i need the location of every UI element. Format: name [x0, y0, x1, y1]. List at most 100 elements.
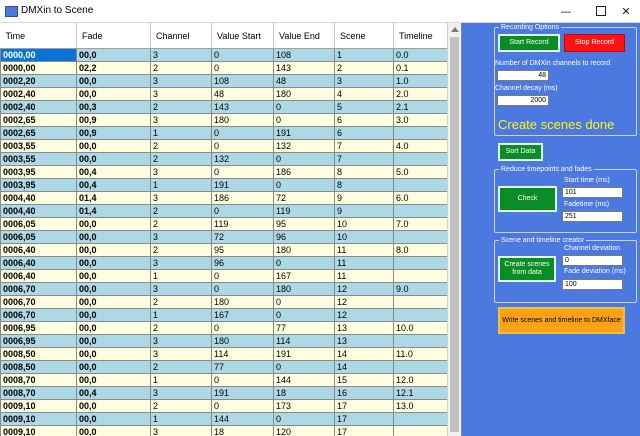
table-cell[interactable]: 1 [150, 178, 212, 192]
table-row[interactable]: 0006,05 00,0 3 72 96 10 [0, 230, 448, 244]
table-cell[interactable]: 0 [211, 61, 274, 75]
table-cell[interactable]: 0006,95 [0, 334, 77, 348]
table-cell[interactable]: 186 [211, 191, 274, 205]
table-cell[interactable]: 00,0 [76, 399, 151, 413]
table-cell[interactable]: 1.0 [393, 74, 448, 88]
table-cell[interactable]: 00,0 [76, 425, 151, 436]
table-cell[interactable]: 0006,40 [0, 269, 77, 283]
column-header[interactable]: Scene [334, 23, 394, 49]
table-cell[interactable]: 00,0 [76, 295, 151, 309]
channel-deviation-input[interactable]: 0 [562, 255, 623, 266]
table-cell[interactable]: 2 [150, 295, 212, 309]
table-cell[interactable]: 01,4 [76, 204, 151, 218]
table-row[interactable]: 0006,40 00,0 3 96 0 11 [0, 256, 448, 270]
table-cell[interactable]: 9 [334, 191, 394, 205]
table-cell[interactable]: 0.0 [393, 48, 448, 62]
table-cell[interactable]: 0002,40 [0, 100, 77, 114]
table-cell[interactable]: 16 [334, 386, 394, 400]
table-cell[interactable]: 3 [150, 87, 212, 101]
table-cell[interactable]: 00,0 [76, 282, 151, 296]
table-cell[interactable]: 180 [273, 87, 335, 101]
table-cell[interactable]: 7.0 [393, 217, 448, 231]
table-cell[interactable]: 10 [334, 230, 394, 244]
table-cell[interactable]: 9 [334, 204, 394, 218]
table-cell[interactable]: 00,0 [76, 360, 151, 374]
column-header[interactable]: Channel [150, 23, 212, 49]
table-cell[interactable]: 11 [334, 243, 394, 257]
table-row[interactable]: 0006,40 00,0 1 0 167 11 [0, 269, 448, 283]
table-cell[interactable]: 0006,05 [0, 217, 77, 231]
table-row[interactable]: 0009,10 00,0 1 144 0 17 [0, 412, 448, 426]
table-cell[interactable]: 180 [211, 295, 274, 309]
table-cell[interactable]: 00,0 [76, 217, 151, 231]
table-cell[interactable]: 0000,00 [0, 48, 77, 62]
table-cell[interactable]: 1 [150, 373, 212, 387]
table-cell[interactable]: 6.0 [393, 191, 448, 205]
table-cell[interactable] [393, 334, 448, 348]
table-cell[interactable]: 2 [150, 243, 212, 257]
table-cell[interactable] [393, 308, 448, 322]
table-cell[interactable]: 1 [150, 269, 212, 283]
table-cell[interactable]: 10.0 [393, 321, 448, 335]
table-cell[interactable]: 6 [334, 113, 394, 127]
table-cell[interactable]: 4 [334, 87, 394, 101]
table-cell[interactable]: 00,9 [76, 113, 151, 127]
table-cell[interactable]: 3 [334, 74, 394, 88]
table-cell[interactable]: 0009,10 [0, 412, 77, 426]
table-cell[interactable]: 0 [273, 295, 335, 309]
table-cell[interactable]: 0 [273, 100, 335, 114]
table-cell[interactable]: 17 [334, 425, 394, 436]
table-cell[interactable]: 0 [273, 360, 335, 374]
table-cell[interactable]: 00,0 [76, 256, 151, 270]
table-cell[interactable]: 3.0 [393, 113, 448, 127]
table-cell[interactable]: 95 [273, 217, 335, 231]
table-cell[interactable]: 48 [273, 74, 335, 88]
table-cell[interactable]: 114 [211, 347, 274, 361]
table-cell[interactable]: 3 [150, 425, 212, 436]
table-cell[interactable]: 00,0 [76, 321, 151, 335]
table-cell[interactable]: 72 [273, 191, 335, 205]
table-row[interactable]: 0009,10 00,0 3 18 120 17 [0, 425, 448, 436]
table-row[interactable]: 0006,40 00,0 2 95 180 11 8.0 [0, 243, 448, 257]
table-cell[interactable]: 3 [150, 165, 212, 179]
table-cell[interactable]: 00,0 [76, 87, 151, 101]
table-cell[interactable]: 173 [273, 399, 335, 413]
table-cell[interactable]: 1 [150, 308, 212, 322]
table-cell[interactable]: 132 [211, 152, 274, 166]
table-cell[interactable]: 02,2 [76, 61, 151, 75]
stop-record-button[interactable]: Stop Record [564, 34, 625, 52]
vertical-scrollbar[interactable] [447, 23, 461, 436]
table-cell[interactable]: 0 [211, 139, 274, 153]
table-cell[interactable]: 3 [150, 191, 212, 205]
table-cell[interactable]: 00,0 [76, 139, 151, 153]
table-row[interactable]: 0009,10 00,0 2 0 173 17 13.0 [0, 399, 448, 413]
table-cell[interactable]: 144 [211, 412, 274, 426]
table-row[interactable]: 0002,65 00,9 3 180 0 6 3.0 [0, 113, 448, 127]
table-row[interactable]: 0002,40 00,3 2 143 0 5 2.1 [0, 100, 448, 114]
create-scenes-button[interactable]: Create scenes from data [498, 256, 556, 282]
fade-deviation-input[interactable]: 100 [562, 279, 623, 290]
table-cell[interactable]: 0004,40 [0, 191, 77, 205]
table-cell[interactable]: 2 [150, 217, 212, 231]
table-cell[interactable] [393, 178, 448, 192]
table-cell[interactable]: 2.1 [393, 100, 448, 114]
table-cell[interactable]: 144 [273, 373, 335, 387]
table-cell[interactable]: 0008,50 [0, 347, 77, 361]
table-cell[interactable]: 186 [273, 165, 335, 179]
start-time-input[interactable]: 101 [562, 187, 623, 198]
table-cell[interactable]: 00,0 [76, 334, 151, 348]
table-row[interactable]: 0006,70 00,0 2 180 0 12 [0, 295, 448, 309]
table-cell[interactable]: 0009,10 [0, 425, 77, 436]
table-cell[interactable]: 14 [334, 360, 394, 374]
table-cell[interactable]: 0003,55 [0, 152, 77, 166]
table-cell[interactable]: 18 [273, 386, 335, 400]
table-cell[interactable]: 7 [334, 139, 394, 153]
table-cell[interactable]: 0 [273, 178, 335, 192]
table-cell[interactable]: 108 [211, 74, 274, 88]
table-row[interactable]: 0003,95 00,4 1 191 0 8 [0, 178, 448, 192]
table-cell[interactable]: 0 [211, 48, 274, 62]
table-cell[interactable]: 96 [211, 256, 274, 270]
table-cell[interactable]: 0 [273, 113, 335, 127]
table-cell[interactable]: 77 [273, 321, 335, 335]
table-row[interactable]: 0003,55 00,0 2 132 0 7 [0, 152, 448, 166]
